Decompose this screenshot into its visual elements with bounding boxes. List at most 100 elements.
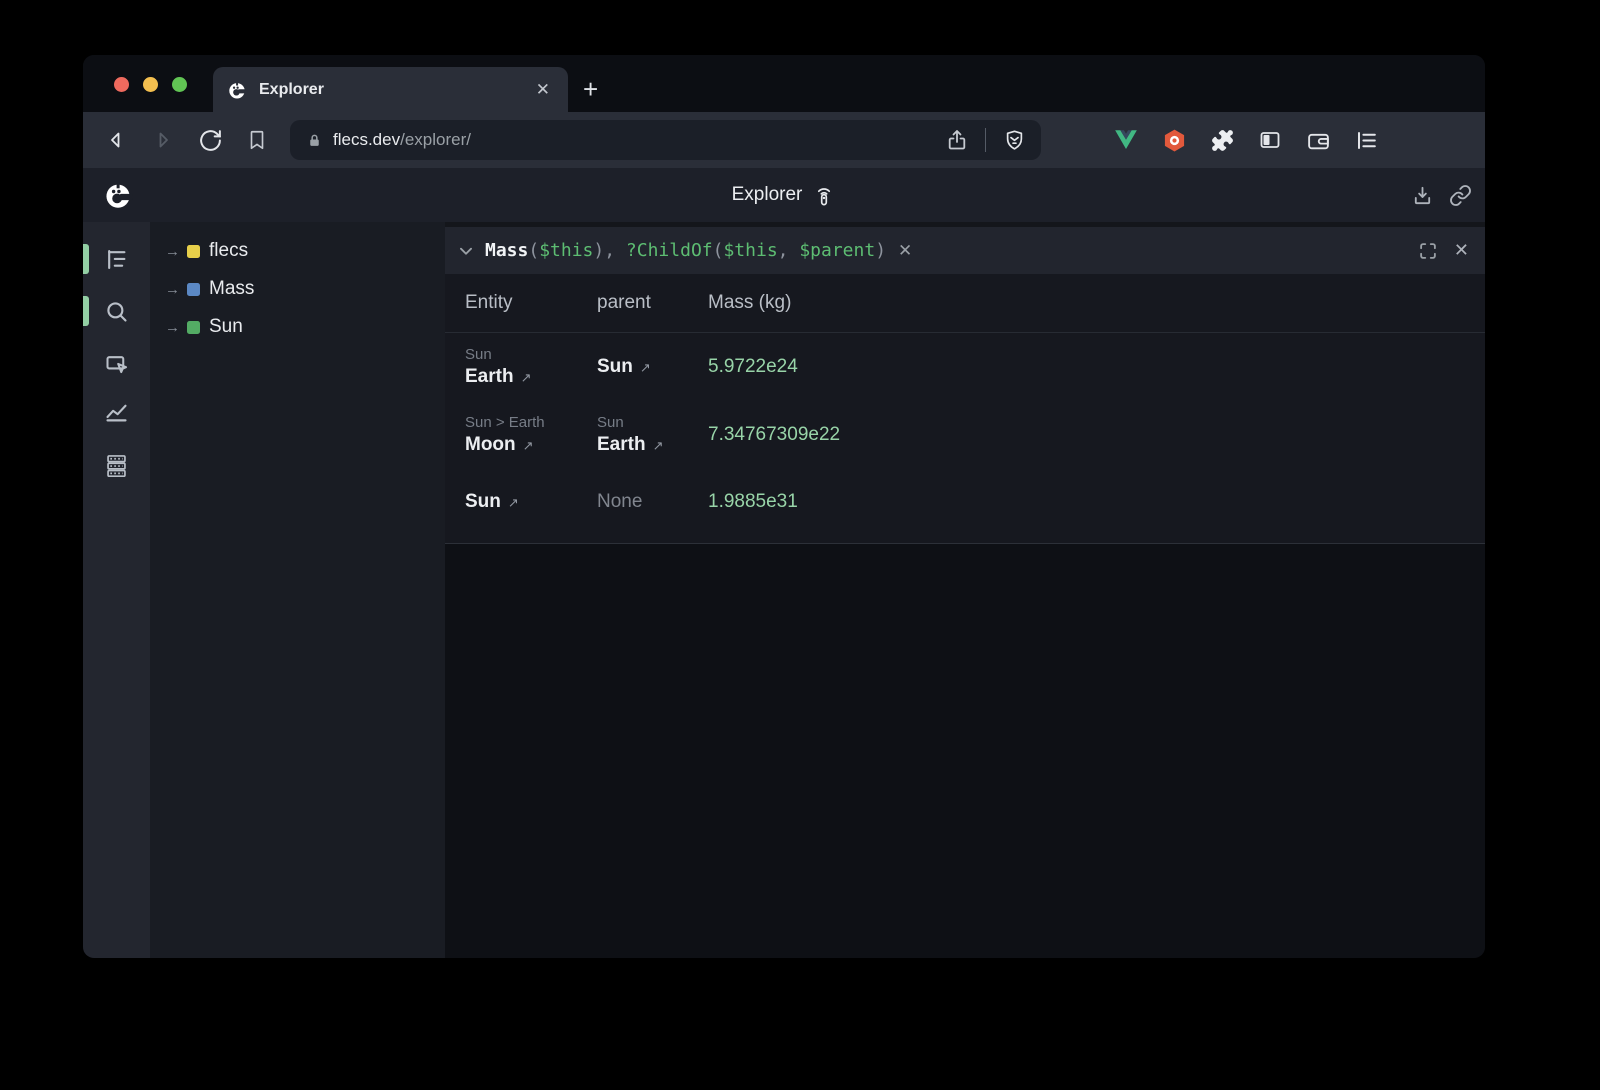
tree-view-icon[interactable] [103,246,130,273]
tree-item-label: Mass [209,278,254,300]
entity-tree-panel: → flecs → Mass → Sun [150,222,445,958]
share-icon[interactable] [945,128,969,152]
query-token: ) [875,240,886,261]
entity-name: Earth [465,366,514,387]
table-row: Sun Earth↗ Sun ↗ 5.9722e24 [445,333,1485,400]
icon-sidebar [83,222,150,958]
query-clear-icon[interactable]: ✕ [898,241,912,261]
table-header-row: Entity parent Mass (kg) [445,274,1485,333]
tree-item-sun[interactable]: → Sun [150,308,445,346]
entity-color-chip [187,321,200,334]
new-tab-button[interactable]: + [583,69,598,109]
tree-item-flecs[interactable]: → flecs [150,232,445,270]
url-bar[interactable]: flecs.dev/explorer/ [290,120,1041,160]
query-header-actions: ✕ [1417,240,1469,262]
chevron-down-icon[interactable] [455,240,477,262]
remote-connection-icon[interactable] [812,183,836,207]
url-separator [985,128,986,152]
entity-color-chip [187,245,200,258]
bookmark-icon[interactable] [240,123,274,157]
close-window-button[interactable] [114,77,129,92]
query-token: $parent [789,240,876,261]
expand-arrow-icon[interactable]: → [165,319,187,336]
brave-shield-icon[interactable] [1002,128,1027,153]
browser-toolbar: flecs.dev/explorer/ [83,112,1485,168]
minimize-window-button[interactable] [143,77,158,92]
parent-link[interactable]: Sun ↗ [597,356,708,378]
sidebar-toggle-icon[interactable] [1255,125,1285,155]
tree-item-mass[interactable]: → Mass [150,270,445,308]
lock-icon [306,132,323,149]
parent-none: None [597,491,708,513]
expand-arrow-icon[interactable]: → [165,281,187,298]
browser-window: Explorer ✕ + flecs.dev/exp [83,55,1485,958]
expand-arrow-icon[interactable]: → [165,243,187,260]
entity-link[interactable]: Moon ↗ [465,434,597,456]
table-row: Sun > Earth Moon↗ Sun Earth↗ 7.34767309e… [445,400,1485,470]
forward-button[interactable] [146,123,180,157]
tab-title: Explorer [259,81,532,99]
hexagon-extension-icon[interactable] [1159,125,1189,155]
query-token: ( [713,240,724,261]
active-indicator-search [83,296,89,326]
query-header: Mass($this), ?ChildOf($this, $parent) ✕ … [445,222,1485,274]
wallet-icon[interactable] [1303,125,1333,155]
browser-tab-explorer[interactable]: Explorer ✕ [213,67,568,112]
entity-name: Sun [465,491,501,512]
extensions-puzzle-icon[interactable] [1207,125,1237,155]
mass-cell: 5.9722e24 [708,356,1485,378]
page-title: Explorer [732,184,803,206]
tab-close-button[interactable]: ✕ [532,78,554,102]
query-token: ) [593,240,604,261]
reload-button[interactable] [193,123,227,157]
url-domain: flecs.dev [333,130,400,150]
entity-path: Sun [465,346,597,363]
zoom-window-button[interactable] [172,77,187,92]
column-header-mass: Mass (kg) [708,292,1485,314]
external-link-icon: ↗ [653,438,664,453]
parent-cell: Sun ↗ [597,356,708,378]
active-indicator-tree [83,244,89,274]
parent-link[interactable]: Earth↗ [597,434,708,456]
vue-devtools-icon[interactable] [1111,125,1141,155]
entity-link[interactable]: Sun ↗ [465,491,597,513]
browser-tab-bar: Explorer ✕ + [83,55,1485,112]
column-header-parent: parent [597,292,708,314]
entity-link[interactable]: Earth↗ [465,366,597,388]
parent-cell: Sun Earth↗ [597,414,708,456]
stats-icon[interactable] [103,452,130,479]
external-link-icon: ↗ [640,360,651,375]
query-token: $this [539,240,593,261]
fullscreen-icon[interactable] [1417,240,1439,262]
parent-cell: None [597,491,708,513]
query-results-table: Entity parent Mass (kg) Sun Earth↗ Sun↗ [445,274,1485,544]
window-controls [114,77,187,92]
table-bottom-padding [445,533,1485,543]
table-row: Sun ↗ None 1.9885e31 [445,470,1485,533]
app-title-group: Explorer [83,183,1485,207]
url-path: /explorer/ [400,130,471,150]
entity-cell: Sun ↗ [445,491,597,513]
chart-icon[interactable] [103,399,130,426]
external-link-icon: ↗ [508,495,519,510]
mass-value: 1.9885e31 [708,491,798,512]
tree-item-label: flecs [209,240,248,262]
external-link-icon: ↗ [523,438,534,453]
inspector-icon[interactable] [103,351,130,378]
mass-value: 7.34767309e22 [708,424,840,445]
query-panel: Mass($this), ?ChildOf($this, $parent) ✕ … [445,222,1485,958]
menu-icon[interactable] [1351,125,1381,155]
entity-cell: Sun Earth↗ [445,346,597,388]
parent-name: Sun [597,356,633,377]
search-icon[interactable] [103,298,130,325]
parent-path: Sun [597,414,708,431]
panel-close-icon[interactable]: ✕ [1454,240,1469,261]
screen: Explorer ✕ + flecs.dev/exp [0,0,1600,1090]
tree-item-label: Sun [209,316,243,338]
entity-cell: Sun > Earth Moon↗ [445,414,597,456]
query-expression[interactable]: Mass($this), ?ChildOf($this, $parent) [485,240,886,261]
mass-value: 5.9722e24 [708,356,798,377]
query-token: ( [528,240,539,261]
entity-name: Moon [465,434,516,455]
back-button[interactable] [99,123,133,157]
